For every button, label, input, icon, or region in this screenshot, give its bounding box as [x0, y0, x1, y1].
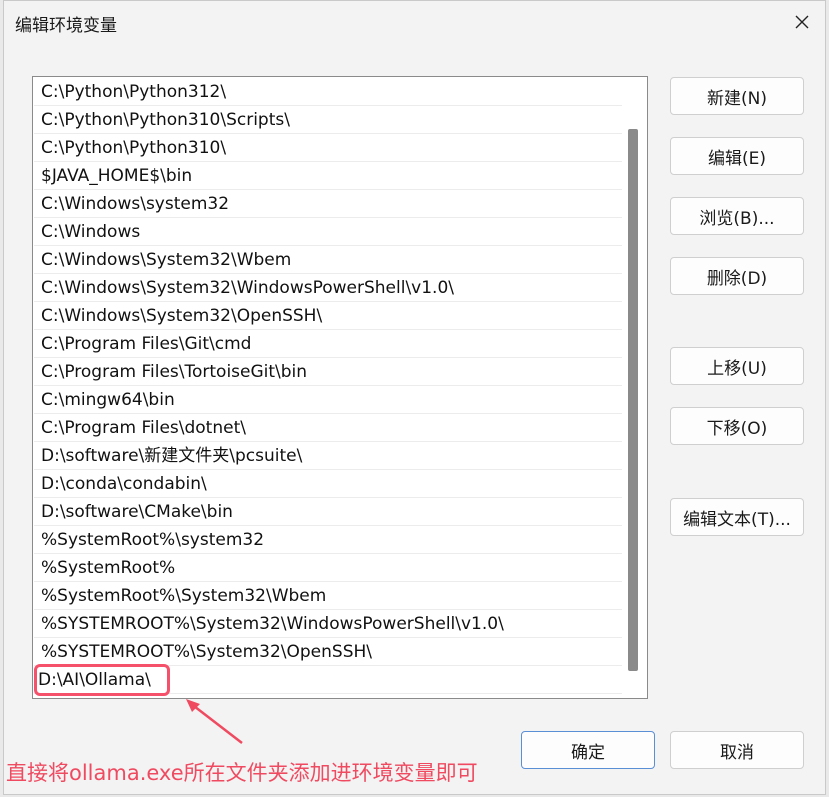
- list-item-label: C:\Python\Python310\: [41, 138, 227, 158]
- list-item[interactable]: %SYSTEMROOT%\System32\WindowsPowerShell\…: [34, 610, 622, 638]
- list-item-label: D:\software\CMake\bin: [41, 502, 233, 522]
- scrollbar-thumb[interactable]: [628, 129, 638, 671]
- list-item[interactable]: C:\mingw64\bin: [34, 386, 622, 414]
- list-item-label: D:\software\新建文件夹\pcsuite\: [41, 446, 303, 466]
- move-up-button[interactable]: 上移(U): [670, 347, 804, 385]
- list-item-label: C:\Windows\System32\OpenSSH\: [41, 306, 323, 326]
- annotation-arrow-icon: [186, 699, 243, 744]
- list-item[interactable]: D:\software\新建文件夹\pcsuite\: [34, 442, 622, 470]
- list-item-label: C:\Python\Python310\Scripts\: [41, 110, 290, 130]
- annotation-text: 直接将ollama.exe所在文件夹添加进环境变量即可: [6, 761, 478, 785]
- list-item-label: C:\Python\Python312\: [41, 82, 227, 102]
- new-button[interactable]: 新建(N): [670, 77, 804, 115]
- list-item[interactable]: C:\Program Files\dotnet\: [34, 414, 622, 442]
- list-item[interactable]: %SystemRoot%\System32\Wbem: [34, 582, 622, 610]
- list-item-label: C:\Windows\system32: [41, 194, 230, 214]
- list-item-label: $JAVA_HOME$\bin: [41, 166, 193, 186]
- list-item-label: C:\Windows\System32\Wbem: [41, 250, 292, 270]
- list-item-label: %SystemRoot%: [41, 558, 176, 578]
- path-list[interactable]: C:\Python\Python312\ C:\Python\Python310\…: [32, 76, 648, 699]
- list-item[interactable]: %SystemRoot%\system32: [34, 526, 622, 554]
- list-item-label: C:\Windows: [41, 222, 141, 242]
- list-item[interactable]: C:\Program Files\TortoiseGit\bin: [34, 358, 622, 386]
- list-item[interactable]: C:\Program Files\Git\cmd: [34, 330, 622, 358]
- list-item[interactable]: C:\Windows\system32: [34, 190, 622, 218]
- list-item-label: D:\AI\Ollama\: [34, 664, 170, 696]
- list-item[interactable]: D:\conda\condabin\: [34, 470, 622, 498]
- list-item-label: %SystemRoot%\system32: [41, 530, 265, 550]
- list-item-label: %SYSTEMROOT%\System32\WindowsPowerShell\…: [41, 614, 504, 634]
- cancel-button[interactable]: 取消: [670, 731, 804, 769]
- browse-button[interactable]: 浏览(B)...: [670, 197, 804, 235]
- scrollbar[interactable]: [627, 77, 645, 698]
- list-item-label: C:\Windows\System32\WindowsPowerShell\v1…: [41, 278, 454, 298]
- list-item[interactable]: C:\Python\Python310\: [34, 134, 622, 162]
- list-item[interactable]: D:\AI\Ollama\: [34, 664, 622, 696]
- list-item[interactable]: %SYSTEMROOT%\System32\OpenSSH\: [34, 638, 622, 666]
- ok-button[interactable]: 确定: [521, 731, 655, 769]
- list-item-label: C:\Program Files\Git\cmd: [41, 334, 252, 354]
- list-item-label: %SystemRoot%\System32\Wbem: [41, 586, 327, 606]
- list-item[interactable]: C:\Python\Python312\: [34, 78, 622, 106]
- move-down-button[interactable]: 下移(O): [670, 407, 804, 445]
- list-item-label: C:\Program Files\TortoiseGit\bin: [41, 362, 308, 382]
- edit-button[interactable]: 编辑(E): [670, 137, 804, 175]
- list-item-label: %SYSTEMROOT%\System32\OpenSSH\: [41, 642, 373, 662]
- list-item[interactable]: C:\Windows\System32\Wbem: [34, 246, 622, 274]
- list-item[interactable]: D:\software\CMake\bin: [34, 498, 622, 526]
- edit-env-var-dialog: 编辑环境变量 C:\Python\Python312\ C:\Python\Pyt…: [3, 0, 826, 795]
- close-icon: [795, 15, 809, 29]
- list-item[interactable]: $JAVA_HOME$\bin: [34, 162, 622, 190]
- delete-button[interactable]: 删除(D): [670, 257, 804, 295]
- list-item-label: C:\Program Files\dotnet\: [41, 418, 246, 438]
- list-item[interactable]: C:\Python\Python310\Scripts\: [34, 106, 622, 134]
- list-item[interactable]: C:\Windows\System32\OpenSSH\: [34, 302, 622, 330]
- list-item-label: C:\mingw64\bin: [41, 390, 175, 410]
- edit-text-button[interactable]: 编辑文本(T)...: [670, 498, 804, 536]
- list-item[interactable]: C:\Windows\System32\WindowsPowerShell\v1…: [34, 274, 622, 302]
- list-item[interactable]: %SystemRoot%: [34, 554, 622, 582]
- dialog-title: 编辑环境变量: [15, 16, 117, 36]
- close-button[interactable]: [779, 1, 825, 43]
- list-item[interactable]: C:\Windows: [34, 218, 622, 246]
- list-item-label: D:\conda\condabin\: [41, 474, 207, 494]
